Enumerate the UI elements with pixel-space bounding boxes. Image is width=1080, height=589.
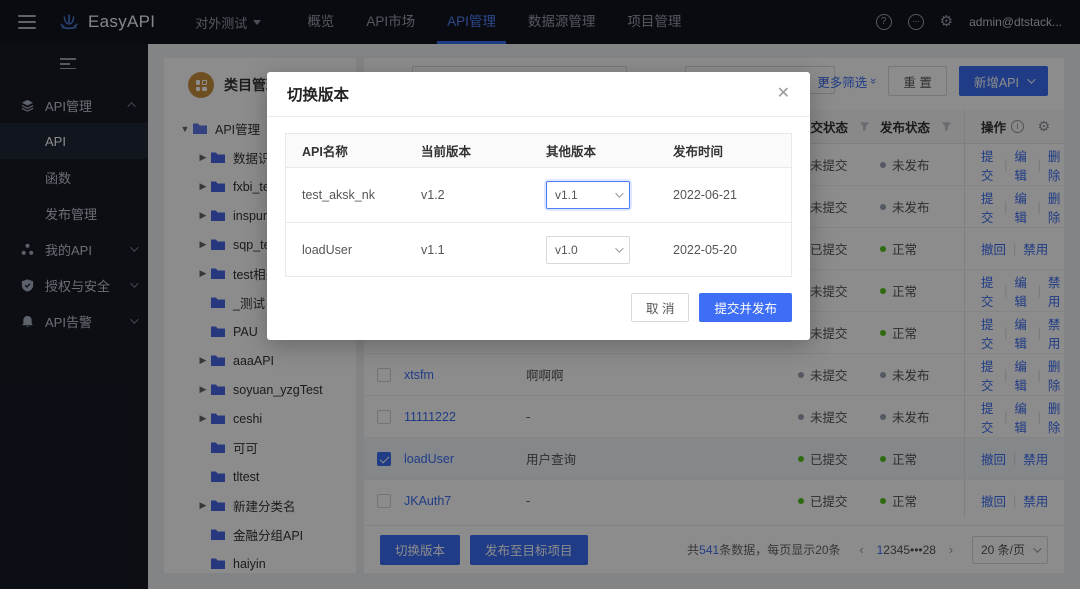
version-table-header: API名称 当前版本 其他版本 发布时间 [286,134,791,168]
api-name: test_aksk_nk [302,188,375,202]
modal-close-icon[interactable]: ✕ [773,81,794,105]
cancel-button[interactable]: 取 消 [631,293,690,322]
api-name: loadUser [302,242,353,257]
current-version: v1.2 [421,188,445,202]
modal-title: 切换版本 [287,87,350,104]
publish-time: 2022-06-21 [673,188,737,202]
submit-and-publish-button[interactable]: 提交并发布 [699,293,792,322]
chevron-down-icon [615,189,624,198]
other-version-select[interactable]: v1.0 [546,235,630,264]
chevron-down-icon [615,243,624,253]
version-table-row: test_aksk_nk v1.2 v1.1 2022-06-21 [286,168,791,222]
current-version: v1.1 [421,242,445,257]
switch-version-modal: 切换版本 ✕ API名称 当前版本 其他版本 发布时间 test_aksk_nk… [267,72,810,340]
other-version-select[interactable]: v1.1 [546,181,630,209]
publish-time: 2022-05-20 [673,242,737,257]
version-table-row: loadUser v1.1 v1.0 2022-05-20 [286,222,791,276]
version-table: API名称 当前版本 其他版本 发布时间 test_aksk_nk v1.2 v… [285,133,792,277]
